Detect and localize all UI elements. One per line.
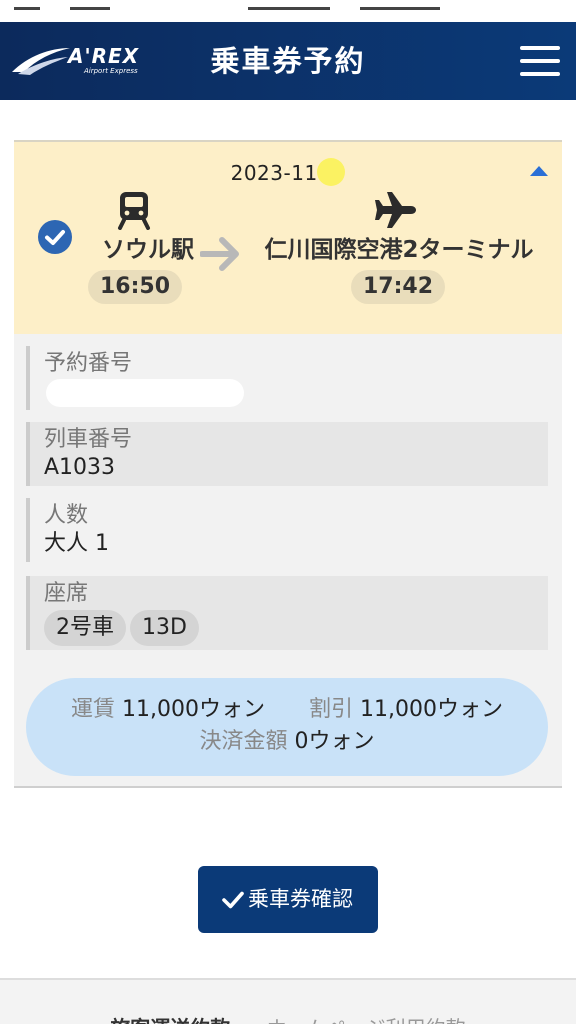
discount-label: 割引: [309, 697, 354, 722]
travel-date: 2023-11-: [14, 158, 562, 186]
footer: 旅客運送約款 ホームページ利用約款: [0, 978, 576, 1024]
fare-label: 運賃: [71, 697, 116, 722]
arrow-right-icon: [200, 237, 239, 271]
reservation-number-label: 予約番号: [44, 351, 133, 376]
fare-value: 11,000ウォン: [122, 697, 265, 722]
website-terms-link[interactable]: ホームページ利用約款: [267, 1016, 466, 1024]
travel-date-text: 2023-11-: [230, 161, 326, 185]
ticket-confirm-label: 乗車券確認: [248, 887, 353, 911]
seat-values: 2号車 13D: [44, 608, 548, 646]
passengers-value: 大人 1: [44, 531, 109, 556]
seat-number-badge: 13D: [130, 610, 199, 646]
passengers-field: 人数 大人 1: [26, 498, 548, 562]
total-label: 決済金額: [199, 729, 288, 754]
departure-station: ソウル駅: [102, 237, 194, 263]
airplane-icon: [375, 192, 416, 228]
discount-value: 11,000ウォン: [360, 697, 503, 722]
reservation-card: 2023-11- ソウル駅 仁川国際空港2ターミナル 16:50 17:42 予…: [14, 140, 562, 788]
train-number-label: 列車番号: [44, 427, 133, 452]
seat-field: 座席 2号車 13D: [26, 576, 548, 650]
checkmark-icon: [222, 891, 244, 909]
collapse-caret-icon[interactable]: [530, 166, 548, 176]
total-value: 0ウォン: [294, 729, 375, 754]
arrival-station: 仁川国際空港2ターミナル: [264, 237, 534, 263]
seat-label: 座席: [44, 581, 89, 606]
page-title: 乗車券予約: [210, 44, 366, 78]
reservation-number-field: 予約番号: [26, 346, 548, 410]
redaction-mark: [317, 158, 346, 186]
train-icon: [118, 192, 150, 230]
passengers-label: 人数: [44, 503, 89, 528]
fare-summary: 運賃 11,000ウォン 割引 11,000ウォン 決済金額 0ウォン: [26, 678, 548, 776]
route-summary: 2023-11- ソウル駅 仁川国際空港2ターミナル 16:50 17:42: [14, 142, 562, 334]
departure-time: 16:50: [88, 270, 182, 304]
status-bar: [0, 0, 576, 22]
passenger-terms-link[interactable]: 旅客運送約款: [110, 1016, 230, 1024]
train-number-value: A1033: [44, 455, 116, 480]
train-number-field: 列車番号 A1033: [26, 422, 548, 486]
selected-check-icon: [38, 220, 72, 254]
car-number-badge: 2号車: [44, 610, 126, 646]
arrival-time: 17:42: [351, 270, 445, 304]
ticket-confirm-button[interactable]: 乗車券確認: [198, 866, 378, 933]
app-header: A'REX Airport Express 乗車券予約: [0, 22, 576, 100]
redaction-mark: [46, 379, 244, 407]
hamburger-menu-icon[interactable]: [520, 46, 560, 76]
